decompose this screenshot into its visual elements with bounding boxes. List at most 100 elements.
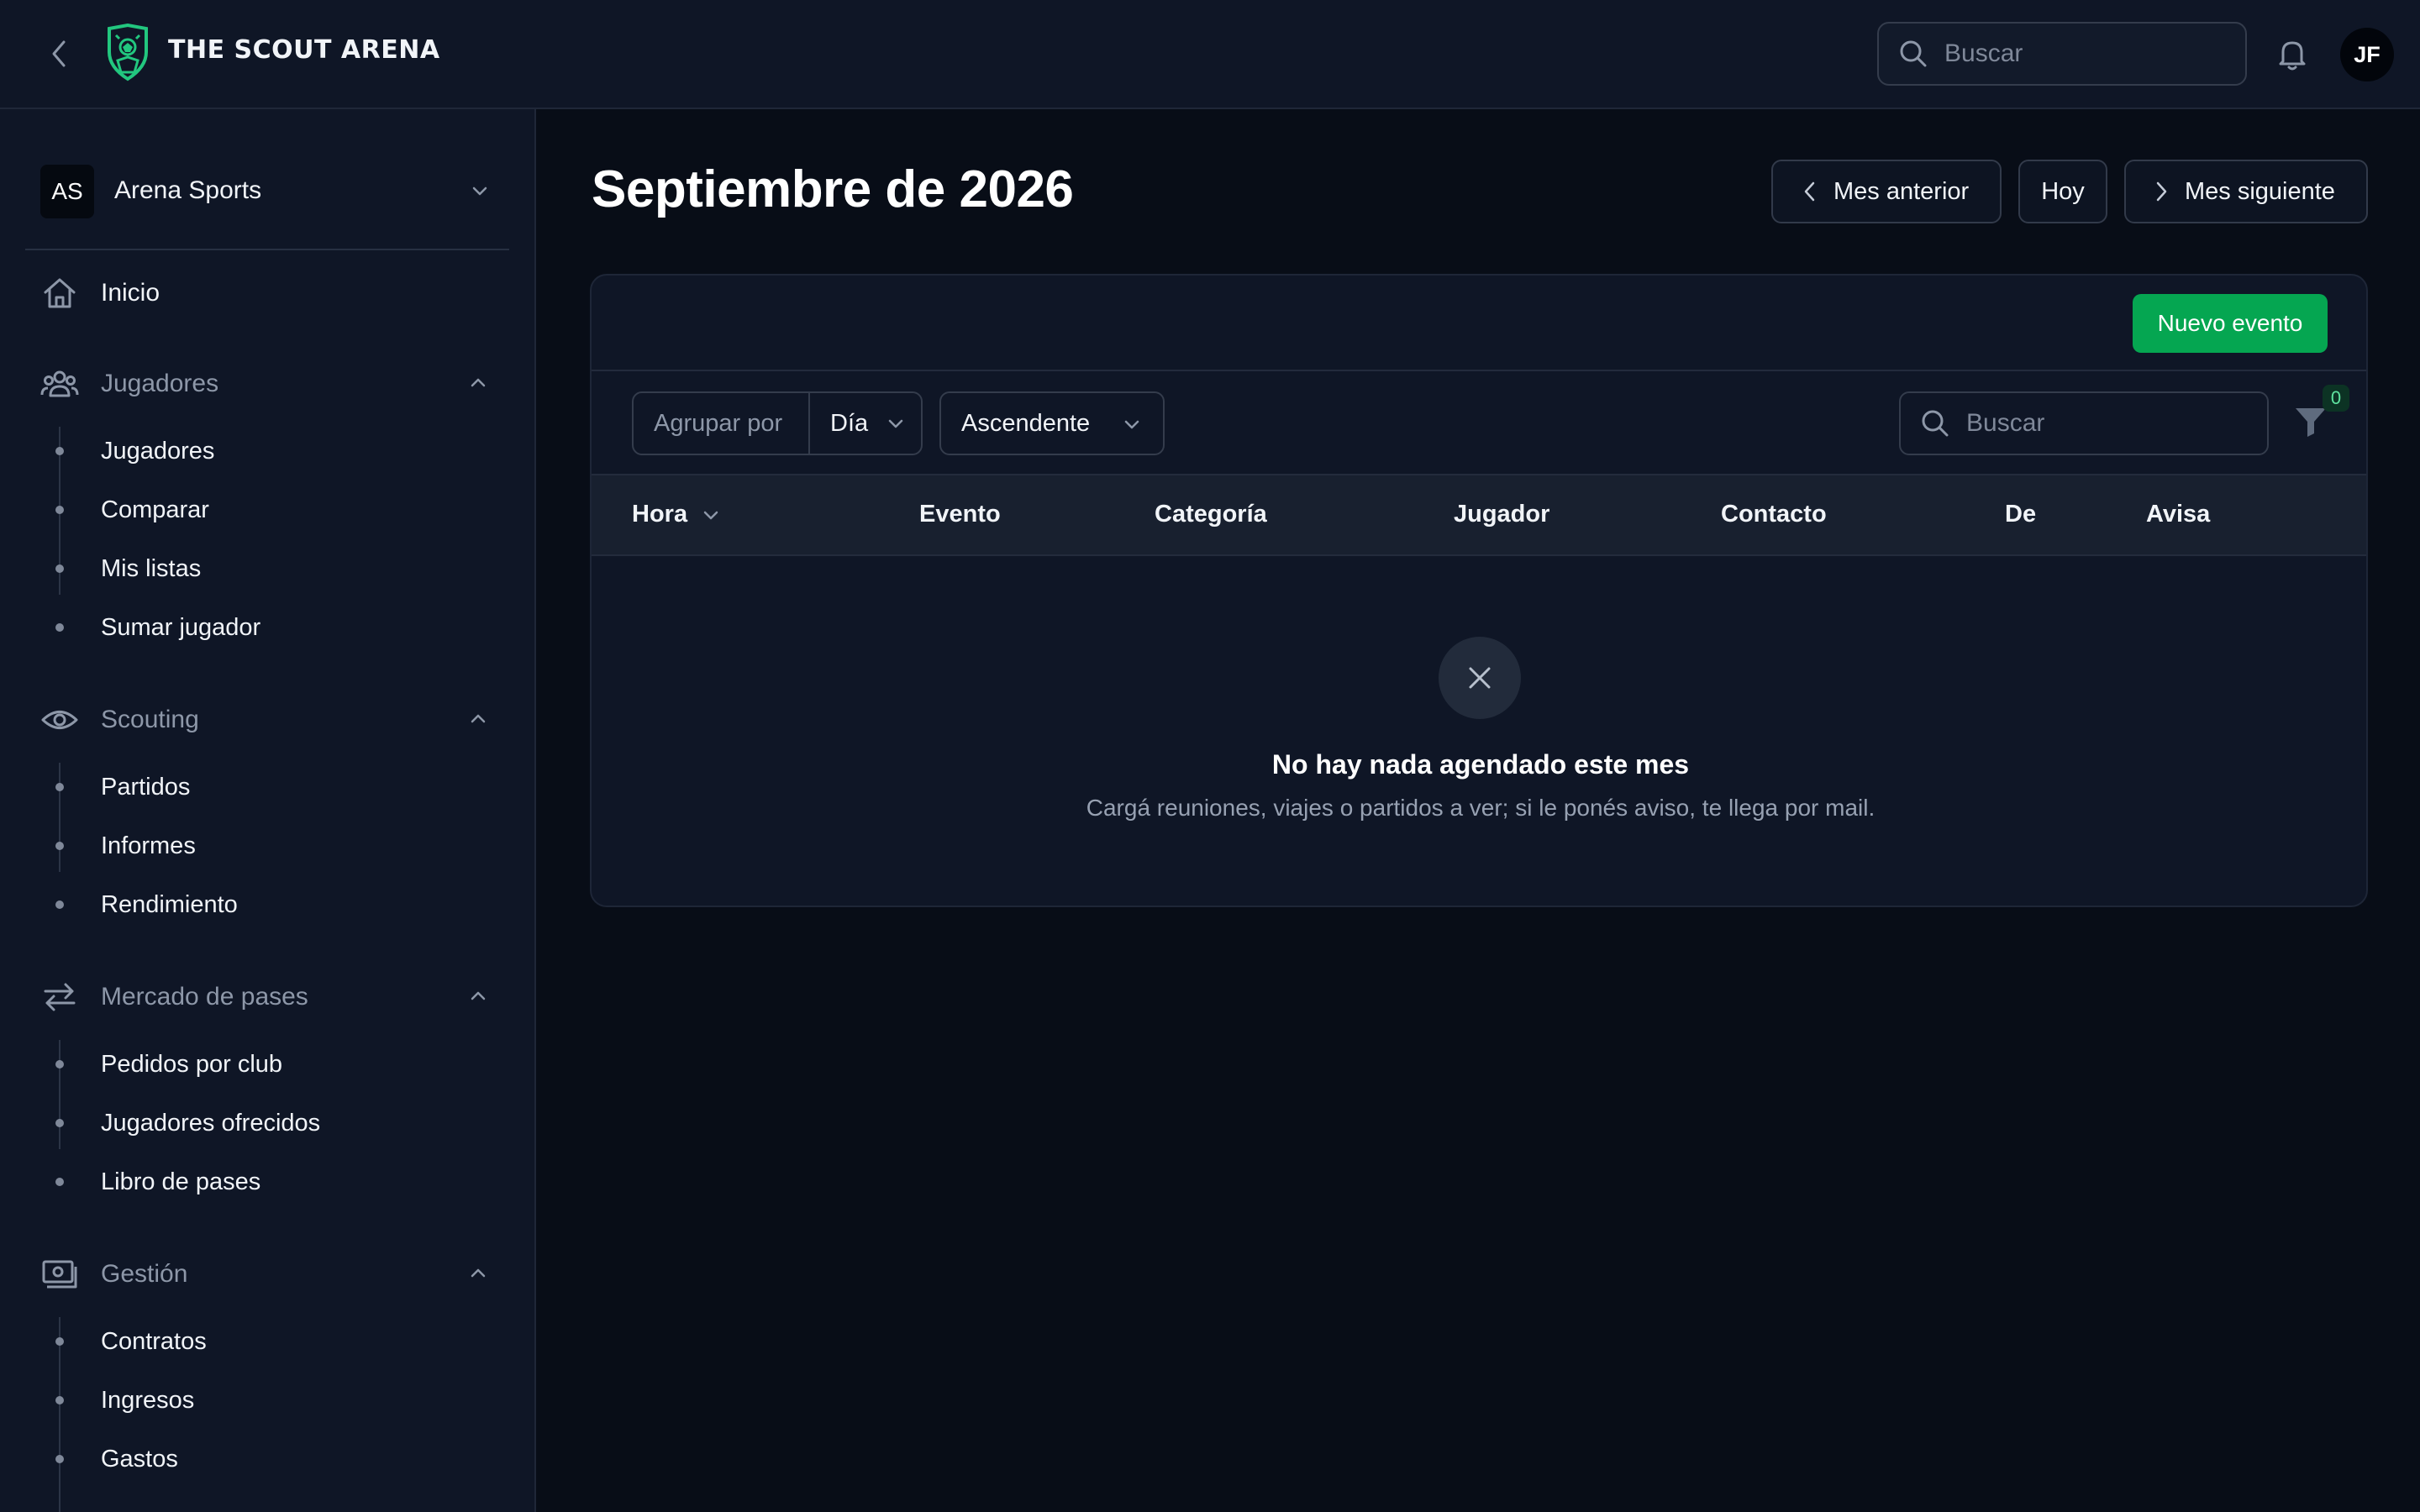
close-icon	[1469, 667, 1491, 689]
sidebar-item-label: Jugadores	[101, 438, 215, 465]
column-header-hora[interactable]: Hora	[632, 501, 721, 528]
brand-name: THE SCOUT ARENA	[168, 35, 440, 65]
chevron-down-icon	[472, 186, 487, 196]
sort-order-select[interactable]: Ascendente	[939, 391, 1165, 455]
org-switcher[interactable]: AS Arena Sports	[25, 136, 509, 250]
empty-state-title: No hay nada agendado este mes	[1271, 749, 1690, 780]
home-icon	[44, 278, 76, 308]
chevron-down-icon	[703, 511, 718, 519]
today-button[interactable]: Hoy	[2018, 160, 2107, 223]
sidebar-item-informes[interactable]: Informes	[0, 822, 534, 870]
chevron-up-icon	[471, 1268, 486, 1278]
column-header-de[interactable]: De	[2005, 501, 2036, 528]
sidebar-item-sumar-jugador[interactable]: Sumar jugador	[0, 603, 534, 652]
org-name: Arena Sports	[114, 176, 262, 204]
bullet	[55, 1119, 64, 1127]
sidebar-section-mercado-de-pases[interactable]: Mercado de pases	[0, 969, 534, 1023]
prev-month-label: Mes anterior	[1833, 177, 1970, 205]
scout-arena-logo[interactable]	[104, 23, 151, 82]
chevron-down-icon	[888, 419, 903, 428]
sidebar-item-label: Rendimiento	[101, 891, 238, 918]
sidebar-item-label: Libro de pases	[101, 1168, 261, 1195]
user-avatar[interactable]: JF	[2340, 28, 2394, 81]
bullet	[55, 506, 64, 514]
bullet	[55, 447, 64, 455]
sidebar-section-label: Mercado de pases	[101, 983, 308, 1011]
chevron-up-icon	[471, 991, 486, 1000]
prev-month-button[interactable]: Mes anterior	[1771, 160, 2002, 223]
sort-order-value: Ascendente	[961, 409, 1091, 437]
bullet	[55, 623, 64, 632]
money-icon	[42, 1260, 77, 1289]
sidebar-item-label: Pedidos por club	[101, 1051, 283, 1078]
filter-count-badge: 0	[2323, 385, 2349, 412]
sidebar-item-gastos[interactable]: Gastos	[0, 1435, 534, 1483]
table-header: Hora Evento Categoría Jugador Contacto D…	[592, 474, 2366, 556]
new-event-button[interactable]: Nuevo evento	[2133, 294, 2328, 353]
sidebar-item-label: Inicio	[101, 279, 160, 307]
global-search-input[interactable]	[1944, 39, 2213, 68]
search-icon	[1922, 410, 1949, 437]
table-search-input[interactable]	[1966, 409, 2235, 438]
empty-state-icon	[1439, 637, 1521, 719]
sidebar-item-comparar[interactable]: Comparar	[0, 486, 534, 534]
sidebar-section-label: Jugadores	[101, 370, 219, 397]
column-header-evento[interactable]: Evento	[919, 501, 1001, 528]
sidebar-item-libro-de-pases[interactable]: Libro de pases	[0, 1158, 534, 1206]
sidebar-section-gestion[interactable]: Gestión	[0, 1247, 534, 1300]
notifications-bell-icon[interactable]	[2274, 35, 2311, 72]
group-by-label: Agrupar por	[634, 393, 810, 454]
bullet	[55, 842, 64, 850]
eye-icon	[41, 711, 78, 729]
column-header-contacto[interactable]: Contacto	[1721, 501, 1827, 528]
sidebar-item-label: Ingresos	[101, 1387, 195, 1414]
sidebar-item-label: Sumar jugador	[101, 614, 261, 641]
column-header-jugador[interactable]: Jugador	[1454, 501, 1549, 528]
bullet	[55, 1060, 64, 1068]
column-header-label: Hora	[632, 501, 688, 528]
sidebar-item-mis-listas[interactable]: Mis listas	[0, 544, 534, 593]
sidebar-section-label: Gestión	[101, 1260, 188, 1288]
bullet	[55, 900, 64, 909]
users-icon	[40, 370, 79, 397]
sidebar-item-partidos[interactable]: Partidos	[0, 763, 534, 811]
events-card: Nuevo evento Agrupar por Día Ascendente …	[590, 274, 2368, 907]
top-bar: THE SCOUT ARENA JF	[0, 0, 2420, 109]
group-by-select[interactable]: Día	[810, 393, 921, 454]
empty-state-description: Cargá reuniones, viajes o partidos a ver…	[1086, 795, 1876, 821]
sidebar-item-label: Comparar	[101, 496, 209, 523]
chevron-up-icon	[471, 714, 486, 723]
sidebar-item-rendimiento[interactable]: Rendimiento	[0, 880, 534, 929]
transfer-icon	[44, 983, 76, 1011]
column-header-avisa[interactable]: Avisa	[2146, 501, 2210, 528]
sidebar-section-label: Scouting	[101, 706, 199, 733]
bullet	[55, 564, 64, 573]
chevron-down-icon	[1124, 420, 1139, 429]
bullet	[55, 1337, 64, 1346]
card-header: Nuevo evento	[592, 276, 2366, 371]
sidebar-section-jugadores[interactable]: Jugadores	[0, 356, 534, 410]
back-icon[interactable]	[42, 37, 76, 71]
sidebar-item-pedidos-por-club[interactable]: Pedidos por club	[0, 1040, 534, 1089]
bullet	[55, 1396, 64, 1404]
sidebar-item-jugadores[interactable]: Jugadores	[0, 427, 534, 475]
column-header-categoria[interactable]: Categoría	[1155, 501, 1267, 528]
group-by-control: Agrupar por Día	[632, 391, 923, 455]
sidebar-item-inicio[interactable]: Inicio	[0, 265, 534, 319]
sidebar-item-jugadores-ofrecidos[interactable]: Jugadores ofrecidos	[0, 1099, 534, 1147]
table-search[interactable]	[1899, 391, 2269, 455]
global-search[interactable]	[1877, 22, 2247, 86]
sidebar: AS Arena Sports Inicio Jugadores Jugador…	[0, 109, 536, 1512]
sidebar-section-scouting[interactable]: Scouting	[0, 692, 534, 746]
next-month-label: Mes siguiente	[2185, 177, 2335, 205]
bullet	[55, 783, 64, 791]
bullet	[55, 1455, 64, 1463]
sidebar-item-label: Jugadores ofrecidos	[101, 1110, 321, 1137]
sidebar-item-label: Informes	[101, 832, 196, 859]
sidebar-item-ingresos[interactable]: Ingresos	[0, 1376, 534, 1425]
next-month-button[interactable]: Mes siguiente	[2124, 160, 2368, 223]
sidebar-item-contratos[interactable]: Contratos	[0, 1317, 534, 1366]
group-by-value: Día	[830, 409, 869, 437]
chevron-up-icon	[471, 378, 486, 387]
sidebar-item-label: Partidos	[101, 774, 191, 801]
